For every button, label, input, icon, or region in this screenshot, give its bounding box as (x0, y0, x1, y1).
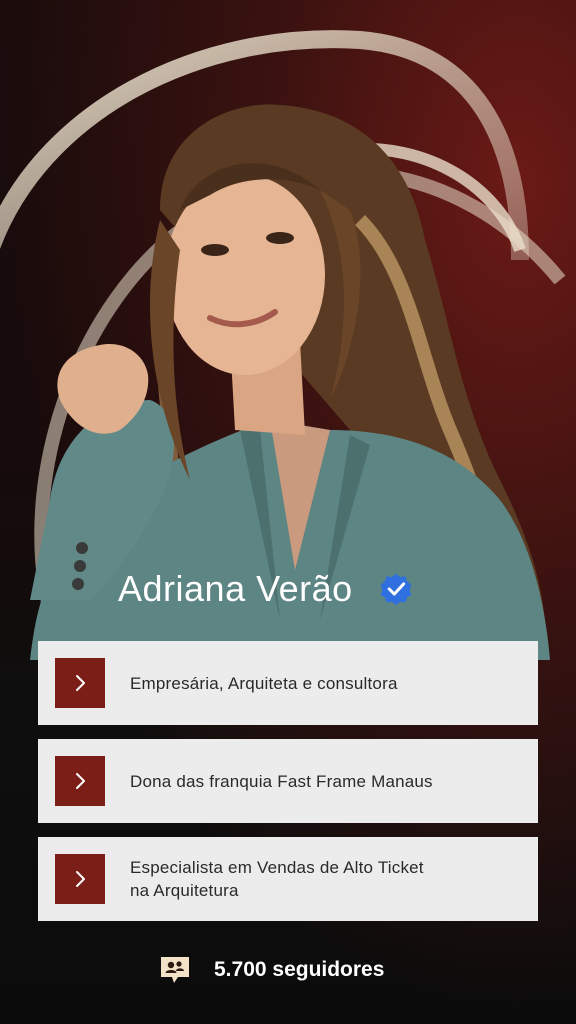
profile-name: Adriana Verão (118, 568, 353, 609)
info-card-text: Empresária, Arquiteta e consultora (130, 673, 398, 693)
chevron-right-icon (55, 756, 105, 806)
followers-count: 5.700 seguidores (214, 958, 385, 981)
info-card-text: Especialista em Vendas de Alto Ticket na… (130, 858, 424, 900)
chevron-right-icon (55, 658, 105, 708)
profile-page: Adriana Verão Empresária, Arquiteta e co… (0, 0, 576, 1024)
followers-icon (161, 957, 189, 983)
verified-badge-icon (380, 573, 411, 606)
info-card-3[interactable]: Especialista em Vendas de Alto Ticket na… (38, 837, 538, 921)
chevron-right-icon (55, 854, 105, 904)
followers-row: 5.700 seguidores (158, 955, 384, 985)
info-card-text: Dona das franquia Fast Frame Manaus (130, 771, 433, 791)
info-card-1[interactable]: Empresária, Arquiteta e consultora (38, 641, 538, 725)
profile-header: Adriana Verão (118, 568, 413, 610)
info-card-2[interactable]: Dona das franquia Fast Frame Manaus (38, 739, 538, 823)
